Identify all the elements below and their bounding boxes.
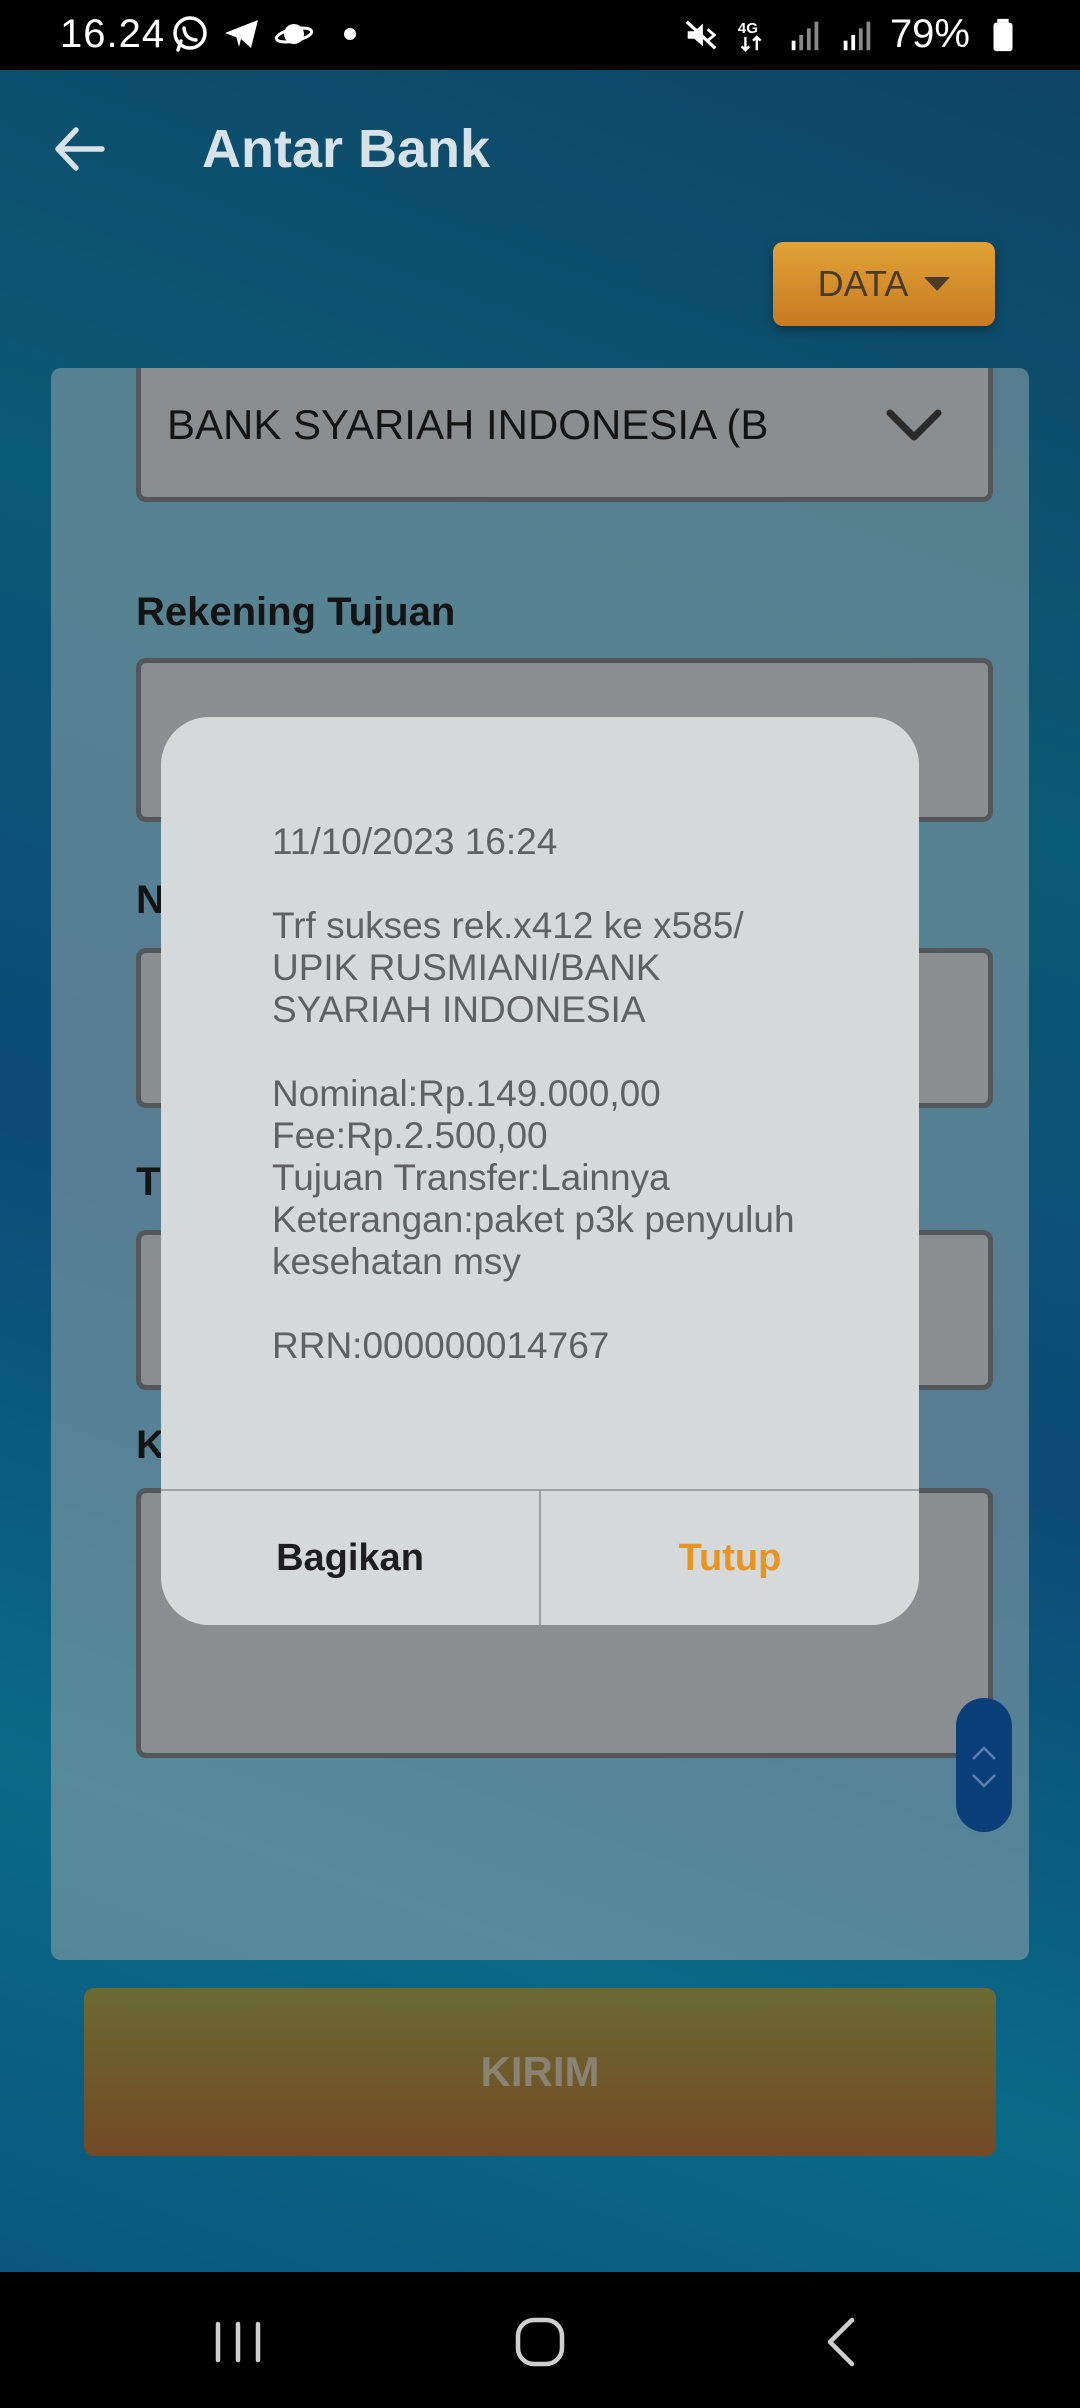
dialog-keterangan-cont: kesehatan msy xyxy=(272,1241,521,1282)
page-title: Antar Bank xyxy=(202,119,491,179)
navigation-bar xyxy=(0,2272,1080,2408)
dialog-status-line: Trf sukses rek.x412 ke x585/ xyxy=(272,905,744,946)
dialog-actions: Bagikan Tutup xyxy=(161,1489,919,1625)
notification-dot xyxy=(344,28,356,40)
kirim-button[interactable]: KIRIM xyxy=(84,1988,996,2156)
scroll-handle[interactable] xyxy=(956,1698,1012,1832)
dialog-rrn: RRN:000000014767 xyxy=(272,1325,610,1366)
data-button-label: DATA xyxy=(817,263,909,304)
status-app-icons xyxy=(170,14,356,54)
chevron-up-icon xyxy=(972,1746,996,1760)
dialog-fee: Fee:Rp.2.500,00 xyxy=(272,1115,548,1156)
status-indicators: 4G 79% xyxy=(682,12,1022,57)
signal-icon xyxy=(791,21,819,50)
mute-icon xyxy=(685,19,717,50)
battery-icon xyxy=(993,18,1013,51)
whatsapp-icon xyxy=(173,16,207,52)
share-button[interactable]: Bagikan xyxy=(161,1491,541,1625)
arrow-left-icon[interactable] xyxy=(52,122,106,176)
chevron-down-icon xyxy=(886,409,942,441)
dialog-datetime: 11/10/2023 16:24 xyxy=(272,821,558,862)
home-icon[interactable] xyxy=(510,2316,570,2368)
data-button[interactable]: DATA xyxy=(773,242,995,326)
status-time: 16.24 xyxy=(60,12,166,56)
bank-select[interactable]: BANK SYARIAH INDONESIA (B xyxy=(136,368,993,502)
caret-down-icon xyxy=(924,277,951,291)
status-bar: 16.24 4G 79% xyxy=(0,0,1080,70)
telegram-icon xyxy=(225,20,258,48)
kirim-button-label: KIRIM xyxy=(480,2048,600,2095)
dialog-bank-line: SYARIAH INDONESIA xyxy=(272,989,646,1030)
svg-text:4G: 4G xyxy=(738,20,758,37)
transfer-success-dialog: 11/10/2023 16:24 Trf sukses rek.x412 ke … xyxy=(161,717,919,1625)
chevron-down-icon xyxy=(972,1774,996,1788)
rekening-tujuan-label: Rekening Tujuan xyxy=(136,590,456,634)
close-button[interactable]: Tutup xyxy=(541,1491,919,1625)
signal-icon xyxy=(843,21,871,50)
dialog-message: 11/10/2023 16:24 Trf sukses rek.x412 ke … xyxy=(272,821,872,1367)
dialog-nominal: Nominal:Rp.149.000,00 xyxy=(272,1073,661,1114)
4g-icon: 4G xyxy=(738,20,762,52)
dialog-tujuan-transfer: Tujuan Transfer:Lainnya xyxy=(272,1157,670,1198)
back-nav-icon[interactable] xyxy=(812,2316,872,2368)
bank-select-value: BANK SYARIAH INDONESIA (B xyxy=(167,401,769,448)
app-header: Antar Bank xyxy=(0,70,1080,230)
dialog-recipient-line: UPIK RUSMIANI/BANK xyxy=(272,947,661,988)
battery-percent: 79% xyxy=(889,12,970,56)
recent-apps-icon[interactable] xyxy=(208,2316,268,2368)
saturn-icon xyxy=(274,24,314,44)
dialog-keterangan: Keterangan:paket p3k penyuluh xyxy=(272,1199,795,1240)
field-label-t: T xyxy=(136,1160,161,1204)
